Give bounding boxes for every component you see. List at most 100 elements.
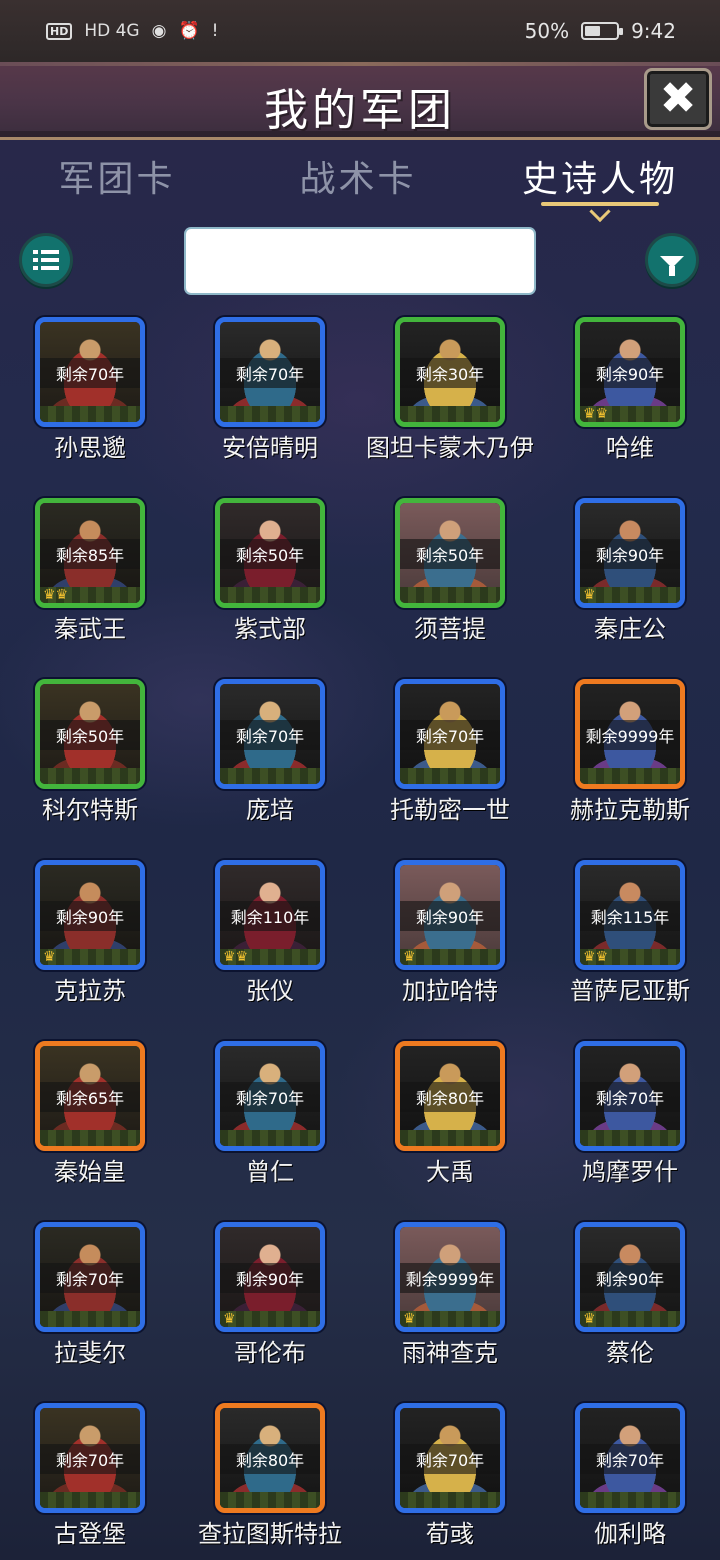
character-card[interactable]: 剩余70年 拉斐尔 [0, 1215, 180, 1385]
character-portrait: 剩余50年 [395, 498, 505, 608]
header-bar: 我的军团 ✖ [0, 62, 720, 140]
character-name: 图坦卡蒙木乃伊 [366, 434, 534, 462]
remaining-years-label: 剩余90年 [580, 1263, 680, 1293]
portrait-ground [580, 1492, 680, 1508]
crown-icon: ♛ [43, 949, 56, 965]
character-portrait: 剩余9999年 [575, 679, 685, 789]
remaining-years-label: 剩余70年 [220, 720, 320, 750]
character-card[interactable]: 剩余50年 紫式部 [180, 491, 360, 661]
remaining-years-label: 剩余80年 [220, 1444, 320, 1474]
filter-icon [660, 256, 684, 276]
character-card[interactable]: ♛♛ 剩余85年秦武王 [0, 491, 180, 661]
character-card[interactable]: 剩余70年 孙思邈 [0, 310, 180, 480]
character-card[interactable]: 剩余70年 古登堡 [0, 1396, 180, 1560]
remaining-years-label: 剩余70年 [580, 1444, 680, 1474]
portrait-ground [400, 1492, 500, 1508]
remaining-years-label: 剩余65年 [40, 1082, 140, 1112]
character-card[interactable]: ♛ 剩余90年 加拉哈特 [360, 853, 540, 1023]
portrait-ground [400, 406, 500, 422]
portrait-ground [400, 1130, 500, 1146]
active-tab-indicator [541, 202, 659, 206]
character-name: 哈维 [606, 434, 654, 462]
character-card[interactable]: 剩余80年 大禹 [360, 1034, 540, 1204]
character-card[interactable]: 剩余50年 须菩提 [360, 491, 540, 661]
character-card[interactable]: ♛♛ 剩余110年 张仪 [180, 853, 360, 1023]
remaining-years-label: 剩余50年 [400, 539, 500, 569]
portrait-ground [220, 406, 320, 422]
character-card[interactable]: 剩余70年庞培 [180, 672, 360, 842]
character-card[interactable]: 剩余70年 荀彧 [360, 1396, 540, 1560]
character-portrait: 剩余50年 [35, 679, 145, 789]
character-card[interactable]: ♛ 剩余90年 蔡伦 [540, 1215, 720, 1385]
character-card[interactable]: ♛ 剩余90年 克拉苏 [0, 853, 180, 1023]
portrait-ground [220, 768, 320, 784]
crown-icon: ♛♛ [583, 949, 609, 965]
close-icon: ✖ [659, 73, 697, 124]
character-card[interactable]: ♛♛ 剩余90年 哈维 [540, 310, 720, 480]
character-card[interactable]: ♛♛ 剩余115年 普萨尼亚斯 [540, 853, 720, 1023]
portrait-ground [40, 1130, 140, 1146]
status-bar: HD HD 4G ◉ ⏰ ! 50% 9:42 [0, 0, 720, 62]
list-icon [33, 250, 59, 270]
character-portrait: 剩余65年 [35, 1041, 145, 1151]
character-card[interactable]: ♛ 剩余90年 哥伦布 [180, 1215, 360, 1385]
filter-button[interactable] [645, 233, 699, 287]
character-portrait: 剩余50年 [215, 498, 325, 608]
remaining-years-label: 剩余85年 [40, 539, 140, 569]
tab-tactic-cards[interactable]: 战术卡 [258, 150, 458, 202]
portrait-ground [40, 1492, 140, 1508]
character-card[interactable]: 剩余30年 图坦卡蒙木乃伊 [360, 310, 540, 480]
remaining-years-label: 剩余70年 [580, 1082, 680, 1112]
remaining-years-label: 剩余80年 [400, 1082, 500, 1112]
crown-icon: ♛♛ [43, 587, 69, 603]
character-card[interactable]: ♛ 剩余90年 秦庄公 [540, 491, 720, 661]
tab-epic-characters[interactable]: 史诗人物 [500, 150, 700, 202]
crown-icon: ♛ [403, 949, 416, 965]
alarm-icon: ⏰ [178, 21, 200, 41]
character-portrait: ♛♛ 剩余85年 [35, 498, 145, 608]
character-name: 秦武王 [54, 615, 126, 643]
remaining-years-label: 剩余70年 [400, 1444, 500, 1474]
character-card[interactable]: 剩余70年 曾仁 [180, 1034, 360, 1204]
remaining-years-label: 剩余70年 [220, 1082, 320, 1112]
character-name: 张仪 [246, 977, 294, 1005]
remaining-years-label: 剩余90年 [580, 358, 680, 388]
network-label: HD 4G [84, 21, 140, 41]
character-portrait: ♛ 剩余90年 [575, 498, 685, 608]
battery-percent: 50% [524, 19, 570, 43]
character-card[interactable]: ♛ 剩余9999年 雨神查克 [360, 1215, 540, 1385]
character-name: 查拉图斯特拉 [198, 1520, 342, 1548]
character-name: 哥伦布 [234, 1339, 306, 1367]
remaining-years-label: 剩余9999年 [580, 720, 680, 750]
character-name: 蔡伦 [606, 1339, 654, 1367]
portrait-ground [220, 587, 320, 603]
close-button[interactable]: ✖ [644, 68, 712, 130]
character-name: 孙思邈 [54, 434, 126, 462]
character-card[interactable]: 剩余70年托勒密一世 [360, 672, 540, 842]
character-card[interactable]: 剩余80年查拉图斯特拉 [180, 1396, 360, 1560]
character-card[interactable]: 剩余9999年 赫拉克勒斯 [540, 672, 720, 842]
hd-icon: HD [46, 22, 73, 40]
character-portrait: 剩余70年 [35, 1403, 145, 1513]
character-portrait: 剩余70年 [35, 1222, 145, 1332]
character-card[interactable]: 剩余70年 鸠摩罗什 [540, 1034, 720, 1204]
list-view-button[interactable] [19, 233, 73, 287]
clock: 9:42 [631, 19, 676, 43]
character-portrait: 剩余70年 [215, 1041, 325, 1151]
character-portrait: 剩余70年 [215, 317, 325, 427]
character-card[interactable]: 剩余70年 伽利略 [540, 1396, 720, 1560]
character-name: 秦始皇 [54, 1158, 126, 1186]
character-name: 庞培 [246, 796, 294, 824]
tab-legion-cards[interactable]: 军团卡 [17, 150, 217, 202]
character-card[interactable]: 剩余50年 科尔特斯 [0, 672, 180, 842]
portrait-ground [40, 406, 140, 422]
character-card[interactable]: 剩余70年 安倍晴明 [180, 310, 360, 480]
search-input[interactable] [186, 229, 534, 293]
portrait-ground [220, 1492, 320, 1508]
character-card[interactable]: 剩余65年秦始皇 [0, 1034, 180, 1204]
character-portrait: 剩余70年 [575, 1041, 685, 1151]
remaining-years-label: 剩余70年 [220, 358, 320, 388]
remaining-years-label: 剩余70年 [400, 720, 500, 750]
crown-icon: ♛ [223, 1311, 236, 1327]
character-name: 托勒密一世 [390, 796, 510, 824]
